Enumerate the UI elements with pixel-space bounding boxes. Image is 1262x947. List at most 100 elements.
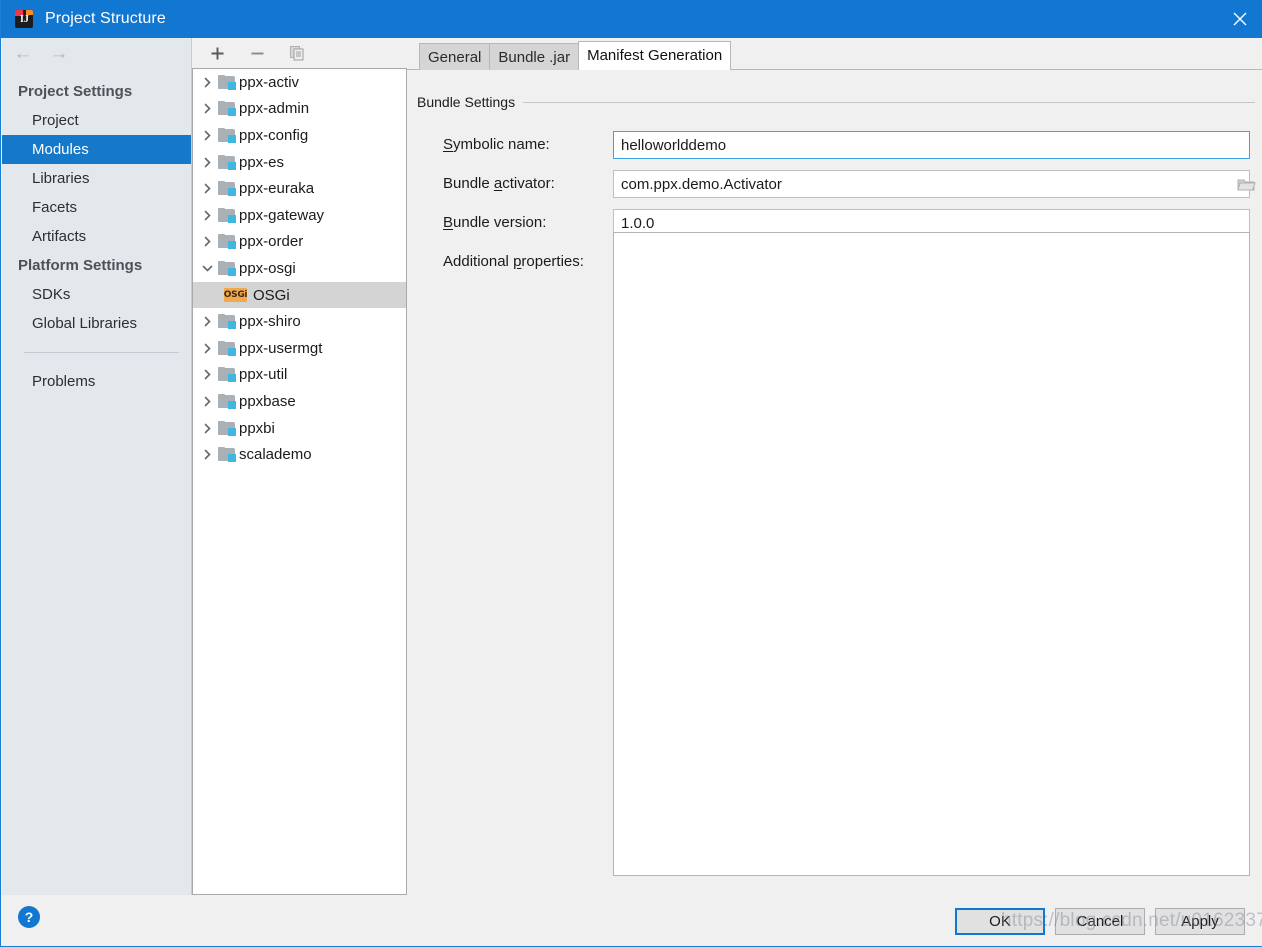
- tree-row-module[interactable]: ppx-es: [193, 149, 406, 176]
- title-bar: IJ Project Structure: [1, 0, 1262, 38]
- chevron-right-icon[interactable]: [196, 415, 218, 441]
- sidebar-item-sdks[interactable]: SDKs: [2, 280, 191, 309]
- close-icon[interactable]: [1217, 0, 1262, 38]
- minus-icon[interactable]: [246, 42, 268, 64]
- intellij-idea-icon: IJ: [15, 10, 33, 28]
- tree-row-label: ppx-shiro: [239, 313, 301, 331]
- tree-row-module[interactable]: ppx-osgi: [193, 255, 406, 282]
- bundle-activator-input[interactable]: [613, 170, 1250, 198]
- tree-row-label: scalademo: [239, 446, 312, 464]
- tree-row-label: ppx-gateway: [239, 206, 325, 224]
- tree-row-module[interactable]: ppx-util: [193, 362, 406, 389]
- tree-row-module[interactable]: ppx-shiro: [193, 308, 406, 335]
- chevron-right-icon[interactable]: [196, 229, 218, 255]
- tree-row-module[interactable]: ppx-gateway: [193, 202, 406, 229]
- module-folder-icon: [218, 234, 236, 250]
- chevron-right-icon[interactable]: [196, 362, 218, 388]
- tree-row-label: ppxbi: [239, 419, 275, 437]
- chevron-right-icon[interactable]: [196, 149, 218, 175]
- sidebar-group-project-settings: Project Settings: [18, 83, 133, 100]
- module-tree-panel: ppx-activ ppx-admin ppx-config ppx-es ppx-eu…: [192, 38, 407, 895]
- tree-row-module[interactable]: ppxbase: [193, 388, 406, 415]
- sidebar-item-problems[interactable]: Problems: [2, 367, 191, 396]
- tree-row-label: ppx-config: [239, 126, 309, 144]
- symbolic-name-row: Symbolic name:: [407, 131, 1262, 159]
- chevron-right-icon[interactable]: [196, 69, 218, 95]
- tab-general[interactable]: General: [419, 43, 491, 70]
- module-folder-icon: [218, 420, 236, 436]
- tree-row-label: ppx-euraka: [239, 180, 315, 198]
- tree-row-module[interactable]: ppx-admin: [193, 96, 406, 123]
- tab-manifest-generation[interactable]: Manifest Generation: [578, 41, 732, 70]
- tree-row-label: ppx-usermgt: [239, 339, 323, 357]
- chevron-right-icon[interactable]: [196, 96, 218, 122]
- bundle-version-label: Bundle version:: [443, 214, 547, 231]
- chevron-right-icon[interactable]: [196, 309, 218, 335]
- copy-icon[interactable]: [286, 42, 308, 64]
- module-tree-list[interactable]: ppx-activ ppx-admin ppx-config ppx-es ppx-eu…: [192, 68, 407, 895]
- module-folder-icon: [218, 101, 236, 117]
- tree-row-label: ppx-order: [239, 233, 304, 251]
- tree-row-module[interactable]: ppx-order: [193, 229, 406, 256]
- symbolic-name-input[interactable]: [613, 131, 1250, 159]
- ok-button[interactable]: OK: [955, 908, 1045, 935]
- sidebar-divider: [24, 352, 179, 353]
- window-title: Project Structure: [45, 10, 166, 27]
- sidebar-nav-arrows: ← →: [2, 38, 191, 68]
- module-folder-icon: [218, 74, 236, 90]
- plus-icon[interactable]: [206, 42, 228, 64]
- chevron-right-icon[interactable]: [196, 335, 218, 361]
- bundle-activator-label: Bundle activator:: [443, 175, 555, 192]
- chevron-right-icon[interactable]: [196, 388, 218, 414]
- tree-row-label: ppx-es: [239, 153, 285, 171]
- tree-row-module[interactable]: scalademo: [193, 441, 406, 468]
- tree-row-module[interactable]: ppx-euraka: [193, 175, 406, 202]
- tree-row-module[interactable]: ppx-usermgt: [193, 335, 406, 362]
- module-folder-icon: [218, 154, 236, 170]
- tree-row-label: OSGi: [253, 286, 290, 304]
- tree-row-module[interactable]: ppx-activ: [193, 69, 406, 96]
- help-icon[interactable]: ?: [18, 906, 40, 928]
- tree-row-module[interactable]: ppxbi: [193, 415, 406, 442]
- group-divider: [523, 101, 1255, 103]
- folder-browse-icon[interactable]: [1237, 176, 1256, 192]
- tab-bundle-jar[interactable]: Bundle .jar: [489, 43, 580, 70]
- module-folder-icon: [218, 340, 236, 356]
- chevron-down-icon[interactable]: [196, 255, 218, 281]
- module-folder-icon: [218, 447, 236, 463]
- module-folder-icon: [218, 127, 236, 143]
- apply-button[interactable]: Apply: [1155, 908, 1245, 935]
- module-folder-icon: [218, 314, 236, 330]
- tree-row-module[interactable]: ppx-config: [193, 122, 406, 149]
- module-tree-toolbar: [192, 38, 407, 68]
- tree-row-label: ppx-admin: [239, 100, 310, 118]
- tree-row-label: ppx-activ: [239, 73, 300, 91]
- sidebar-list: Project Settings Project Modules Librari…: [2, 68, 191, 396]
- chevron-right-icon[interactable]: [196, 442, 218, 468]
- sidebar-item-artifacts[interactable]: Artifacts: [2, 222, 191, 251]
- sidebar-item-facets[interactable]: Facets: [2, 193, 191, 222]
- module-folder-icon: [218, 367, 236, 383]
- settings-sidebar: ← → Project Settings Project Modules Lib…: [2, 38, 192, 895]
- tree-row-label: ppx-osgi: [239, 259, 296, 277]
- sidebar-item-project[interactable]: Project: [2, 106, 191, 135]
- arrow-left-icon[interactable]: ←: [12, 43, 34, 63]
- chevron-right-icon[interactable]: [196, 202, 218, 228]
- cancel-button[interactable]: Cancel: [1055, 908, 1145, 935]
- tree-row-facet[interactable]: OSGi OSGi: [193, 281, 406, 309]
- additional-properties-textarea[interactable]: [613, 232, 1250, 876]
- arrow-right-icon[interactable]: →: [48, 43, 70, 63]
- tree-row-label: ppxbase: [239, 392, 296, 410]
- additional-properties-label: Additional properties:: [443, 253, 584, 270]
- chevron-right-icon[interactable]: [196, 176, 218, 202]
- sidebar-item-modules[interactable]: Modules: [2, 135, 191, 164]
- osgi-facet-icon: OSGi: [223, 288, 248, 303]
- module-folder-icon: [218, 393, 236, 409]
- bundle-settings-group-header: Bundle Settings: [417, 93, 1255, 111]
- sidebar-item-global-libraries[interactable]: Global Libraries: [2, 309, 191, 338]
- sidebar-item-libraries[interactable]: Libraries: [2, 164, 191, 193]
- symbolic-name-label: Symbolic name:: [443, 136, 550, 153]
- bundle-settings-title: Bundle Settings: [417, 94, 516, 110]
- bundle-activator-row: Bundle activator:: [407, 170, 1262, 198]
- chevron-right-icon[interactable]: [196, 122, 218, 148]
